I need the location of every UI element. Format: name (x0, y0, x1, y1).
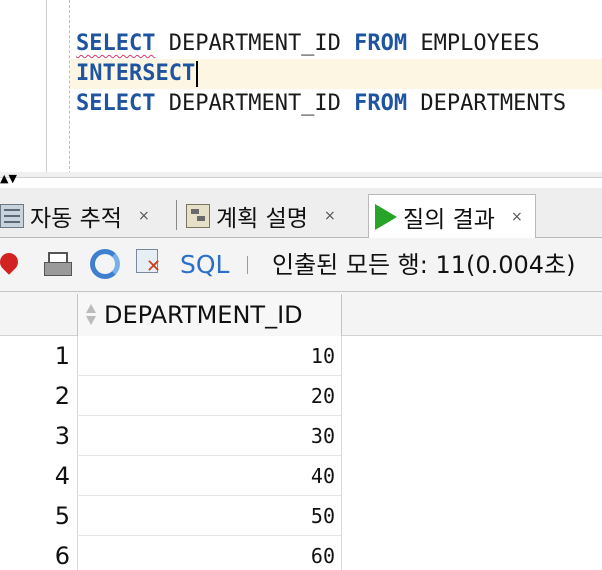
tab-label: 질의 결과 (403, 207, 495, 233)
refresh-icon[interactable] (90, 249, 120, 279)
explain-plan-icon (186, 204, 210, 228)
table-cell[interactable]: 50 (77, 496, 342, 536)
table-row[interactable]: 6 60 (0, 536, 602, 570)
results-toolbar: SQL 인출된 모든 행: 11(0.004초) (0, 238, 602, 292)
identifier: DEPARTMENT_ID (168, 91, 341, 116)
close-icon[interactable]: × (511, 209, 523, 225)
tab-query-result[interactable]: 질의 결과 × (368, 194, 536, 239)
close-icon[interactable]: × (138, 208, 150, 224)
code-line-1[interactable]: SELECT DEPARTMENT_ID FROM EMPLOYEES (76, 29, 540, 59)
table-cell[interactable]: 20 (77, 376, 342, 416)
code-line-2[interactable]: INTERSECT (70, 59, 602, 89)
table-cell[interactable]: 30 (77, 416, 342, 456)
close-icon[interactable]: × (324, 208, 336, 224)
tab-autotrace[interactable]: 자동 추적 × (0, 194, 150, 238)
result-tabs: 자동 추적 × 계획 설명 × 질의 결과 × (0, 188, 602, 239)
keyword: SELECT (76, 31, 156, 56)
table-cell[interactable]: 40 (77, 456, 342, 496)
sort-icon[interactable] (84, 301, 98, 329)
identifier: DEPARTMENTS (420, 91, 567, 116)
table-row[interactable]: 1 10 (0, 336, 602, 376)
table-row[interactable]: 4 40 (0, 456, 602, 496)
fetch-status: 인출된 모든 행: 11(0.004초) (272, 251, 576, 279)
row-number: 6 (54, 542, 70, 570)
tab-label: 계획 설명 (216, 206, 308, 232)
editor-gutter (46, 0, 47, 174)
keyword: FROM (354, 31, 408, 56)
toolbar-separator (247, 256, 248, 274)
result-grid[interactable]: DEPARTMENT_ID 1 10 2 20 3 30 4 40 5 50 6… (0, 292, 602, 570)
tab-separator (176, 200, 177, 230)
row-number: 2 (54, 382, 70, 410)
tab-label: 자동 추적 (30, 206, 122, 232)
column-header-department-id[interactable]: DEPARTMENT_ID (77, 294, 342, 336)
table-row[interactable]: 2 20 (0, 376, 602, 416)
print-icon[interactable] (44, 249, 74, 279)
grid-header: DEPARTMENT_ID (0, 292, 602, 336)
pin-icon[interactable] (2, 249, 32, 279)
sql-editor[interactable]: SELECT DEPARTMENT_ID FROM EMPLOYEES INTE… (0, 0, 602, 174)
row-number: 4 (54, 462, 70, 490)
keyword: SELECT (76, 91, 156, 116)
keyword: INTERSECT (76, 61, 196, 86)
column-header-label: DEPARTMENT_ID (104, 301, 303, 329)
row-number: 3 (54, 422, 70, 450)
table-cell[interactable]: 60 (77, 536, 342, 570)
text-caret (196, 61, 199, 87)
table-row[interactable]: 5 50 (0, 496, 602, 536)
table-cell[interactable]: 10 (77, 336, 342, 376)
tab-explain-plan[interactable]: 계획 설명 × (186, 194, 336, 238)
splitter[interactable] (0, 172, 602, 178)
sql-button[interactable]: SQL (180, 250, 229, 280)
autotrace-icon (0, 204, 24, 228)
identifier: EMPLOYEES (420, 31, 540, 56)
row-number: 1 (54, 342, 70, 370)
keyword: FROM (354, 91, 408, 116)
clear-icon[interactable] (136, 249, 166, 279)
grid-rows: 1 10 2 20 3 30 4 40 5 50 6 60 (0, 336, 602, 570)
code-line-3[interactable]: SELECT DEPARTMENT_ID FROM DEPARTMENTS (76, 89, 566, 119)
run-icon (375, 204, 397, 230)
table-row[interactable]: 3 30 (0, 416, 602, 456)
row-number: 5 (54, 502, 70, 530)
identifier: DEPARTMENT_ID (168, 31, 341, 56)
splitter-arrows-icon[interactable]: ▲▼ (0, 173, 17, 184)
